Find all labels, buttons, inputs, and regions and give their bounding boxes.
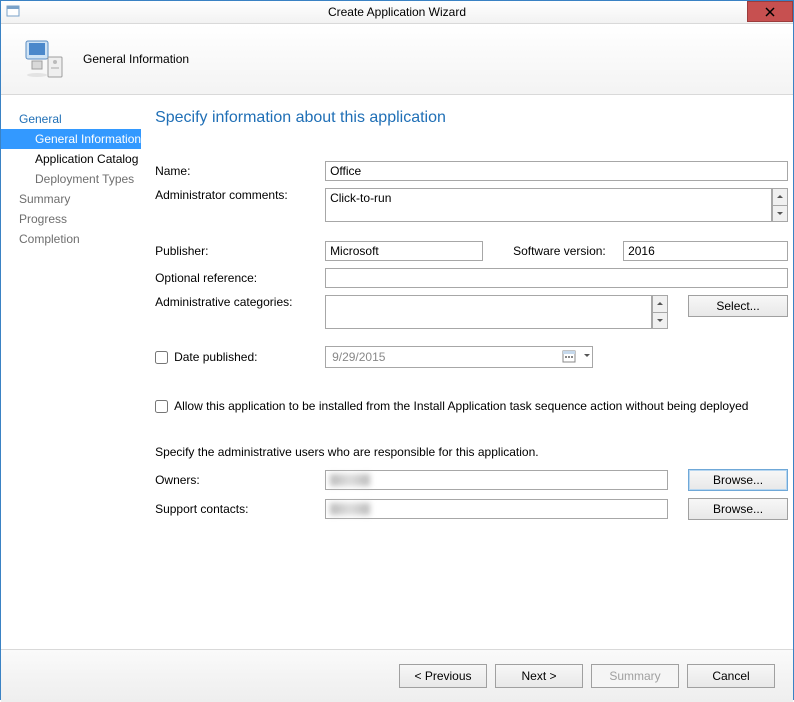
main-panel: Specify information about this applicati… [141, 95, 794, 649]
name-input[interactable] [325, 161, 788, 181]
sidebar-item-progress[interactable]: Progress [1, 209, 141, 229]
label-software-version: Software version: [513, 244, 613, 258]
allow-task-sequence-checkbox[interactable] [155, 400, 168, 413]
window-title: Create Application Wizard [1, 5, 793, 19]
label-allow-task-sequence: Allow this application to be installed f… [174, 399, 748, 413]
calendar-icon [562, 349, 576, 363]
row-optional-reference: Optional reference: [155, 268, 788, 288]
browse-support-contacts-button[interactable]: Browse... [688, 498, 788, 520]
page-title: Specify information about this applicati… [155, 109, 788, 127]
support-contacts-input[interactable] [325, 499, 668, 519]
optional-reference-input[interactable] [325, 268, 788, 288]
previous-button[interactable]: < Previous [399, 664, 487, 688]
admin-comments-input[interactable]: Click-to-run [325, 188, 772, 222]
label-date-published: Date published: [174, 350, 257, 364]
date-published-value: 9/29/2015 [332, 350, 385, 364]
browse-owners-button[interactable]: Browse... [688, 469, 788, 491]
row-date-published: Date published: 9/29/2015 [155, 346, 788, 368]
label-admin-comments: Administrator comments: [155, 188, 325, 202]
row-name: Name: [155, 161, 788, 181]
admin-comments-scroll-down[interactable] [772, 205, 788, 223]
next-button[interactable]: Next > [495, 664, 583, 688]
row-admin-categories: Administrative categories: Select... [155, 295, 788, 329]
header-heading: General Information [83, 52, 189, 66]
label-name: Name: [155, 164, 325, 178]
titlebar: Create Application Wizard [1, 1, 793, 24]
wizard-window: Create Application Wizard General Inform… [0, 0, 794, 700]
chevron-down-icon [584, 354, 590, 357]
sidebar-item-general[interactable]: General [1, 109, 141, 129]
sidebar-item-summary[interactable]: Summary [1, 189, 141, 209]
chevron-up-icon [777, 195, 783, 198]
chevron-up-icon [657, 302, 663, 305]
sidebar-item-deployment-types[interactable]: Deployment Types [1, 169, 141, 189]
body: General General Information Application … [1, 95, 793, 649]
date-published-checkbox[interactable] [155, 351, 168, 364]
label-owners: Owners: [155, 473, 325, 487]
footer: < Previous Next > Summary Cancel [1, 649, 793, 702]
chevron-down-icon [777, 212, 783, 215]
chevron-down-icon [657, 319, 663, 322]
row-publisher-version: Publisher: Software version: [155, 241, 788, 261]
row-owners: Owners: Browse... [155, 469, 788, 491]
admin-categories-scroll-down[interactable] [652, 312, 668, 330]
select-categories-button[interactable]: Select... [688, 295, 788, 317]
cancel-button[interactable]: Cancel [687, 664, 775, 688]
admin-users-text: Specify the administrative users who are… [155, 445, 788, 459]
row-support-contacts: Support contacts: Browse... [155, 498, 788, 520]
support-contacts-value-redacted [330, 503, 370, 515]
sidebar: General General Information Application … [1, 95, 141, 649]
row-allow-task-sequence: Allow this application to be installed f… [155, 399, 788, 413]
label-admin-categories: Administrative categories: [155, 295, 325, 309]
sidebar-item-completion[interactable]: Completion [1, 229, 141, 249]
close-icon [765, 7, 775, 17]
owners-input[interactable] [325, 470, 668, 490]
owners-value-redacted [330, 474, 370, 486]
admin-categories-scroll-up[interactable] [652, 295, 668, 312]
app-icon [5, 4, 21, 20]
sidebar-item-general-information[interactable]: General Information [1, 129, 141, 149]
label-publisher: Publisher: [155, 244, 325, 258]
date-published-input[interactable]: 9/29/2015 [325, 346, 593, 368]
label-support-contacts: Support contacts: [155, 502, 325, 516]
admin-comments-scroll-up[interactable] [772, 188, 788, 205]
header-icon [19, 34, 69, 84]
row-admin-comments: Administrator comments: Click-to-run [155, 188, 788, 222]
label-optional-reference: Optional reference: [155, 271, 325, 285]
sidebar-item-application-catalog[interactable]: Application Catalog [1, 149, 141, 169]
admin-categories-listbox[interactable] [325, 295, 652, 329]
summary-button: Summary [591, 664, 679, 688]
software-version-input[interactable] [623, 241, 788, 261]
close-button[interactable] [747, 1, 793, 22]
publisher-input[interactable] [325, 241, 483, 261]
header-strip: General Information [1, 24, 793, 95]
